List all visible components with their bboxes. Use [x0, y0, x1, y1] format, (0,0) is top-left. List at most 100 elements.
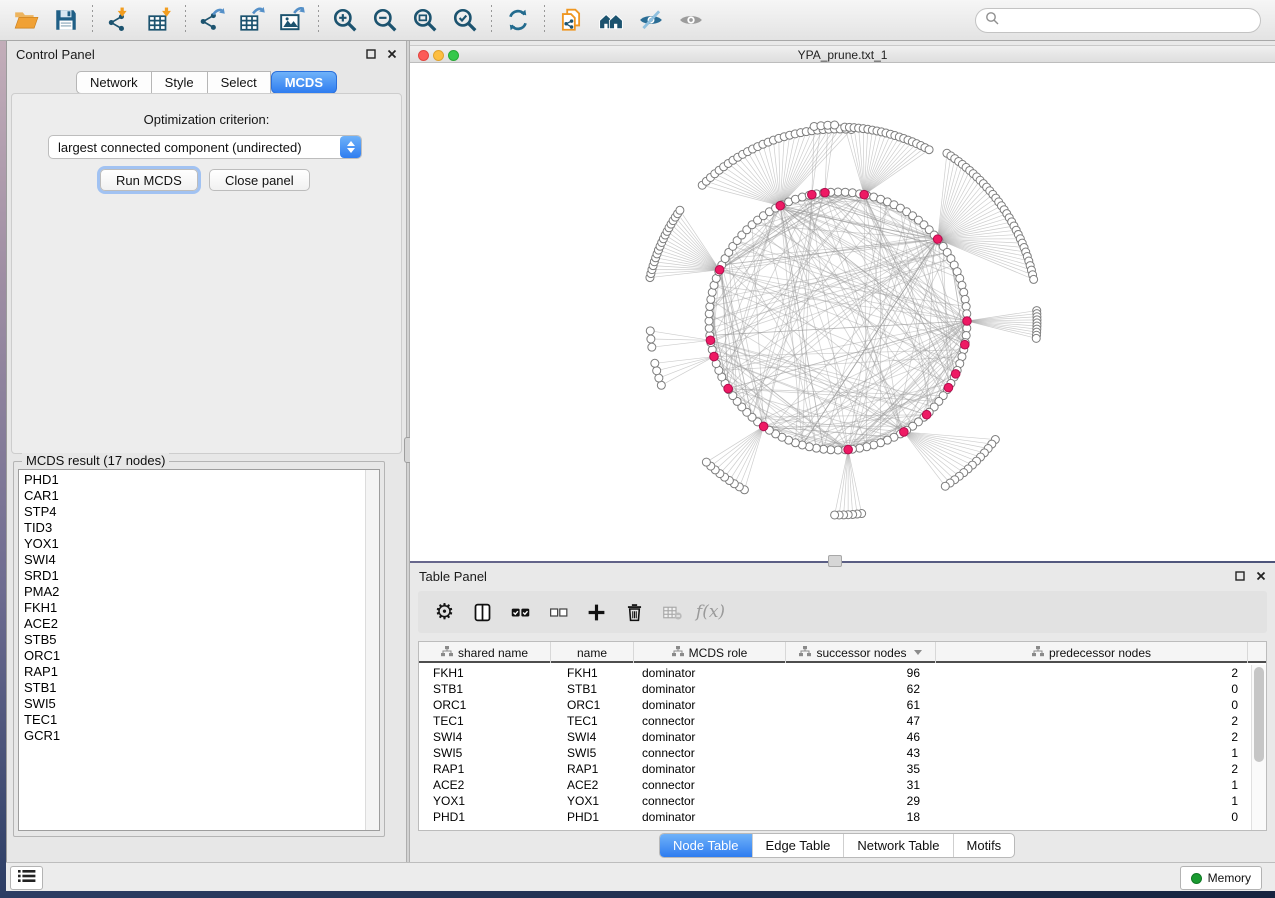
scrollbar-thumb[interactable]: [1254, 667, 1264, 762]
mcds-result-item[interactable]: TID3: [19, 520, 365, 536]
tab-edge-table[interactable]: Edge Table: [752, 834, 844, 857]
zoom-fit-icon[interactable]: [405, 3, 445, 37]
optimization-criterion-dropdown[interactable]: largest connected component (undirected): [48, 135, 362, 159]
sort-dropdown-icon[interactable]: [914, 650, 922, 655]
horizontal-splitter-handle[interactable]: [828, 555, 842, 567]
table-scrollbar[interactable]: [1251, 665, 1266, 830]
network-view[interactable]: [410, 63, 1275, 561]
table-cell: SWI5: [419, 745, 551, 761]
import-network-icon[interactable]: [99, 3, 139, 37]
tab-mcds[interactable]: MCDS: [271, 71, 337, 94]
tab-style[interactable]: Style: [152, 71, 208, 94]
mcds-result-list[interactable]: PHD1CAR1STP4TID3YOX1SWI4SRD1PMA2FKH1ACE2…: [18, 469, 380, 831]
status-bar: Memory: [6, 862, 1275, 891]
mcds-list-scrollbar[interactable]: [365, 470, 379, 830]
mcds-result-item[interactable]: FKH1: [19, 600, 365, 616]
table-row[interactable]: TEC1TEC1connector472: [419, 713, 1252, 729]
search-box[interactable]: [975, 8, 1261, 33]
select-all-icon[interactable]: [506, 597, 535, 627]
column-header-predecessor-nodes[interactable]: predecessor nodes: [936, 642, 1248, 663]
column-header-successor-nodes[interactable]: successor nodes: [786, 642, 936, 663]
mcds-result-item[interactable]: RAP1: [19, 664, 365, 680]
main-toolbar: [0, 0, 1275, 41]
export-image-icon[interactable]: [272, 3, 312, 37]
zoom-selected-icon[interactable]: [445, 3, 485, 37]
table-row[interactable]: FKH1FKH1dominator962: [419, 665, 1252, 681]
open-icon[interactable]: [6, 3, 46, 37]
mcds-result-item[interactable]: PMA2: [19, 584, 365, 600]
mcds-result-item[interactable]: GCR1: [19, 728, 365, 744]
mcds-result-item[interactable]: SRD1: [19, 568, 365, 584]
table-cell: 18: [786, 809, 936, 825]
mcds-result-item[interactable]: TEC1: [19, 712, 365, 728]
table-header-row: shared name nameMCDS rolesuccessor nodesp…: [419, 642, 1266, 663]
dropdown-stepper-icon[interactable]: [340, 136, 361, 158]
table-row[interactable]: SWI5SWI5connector431: [419, 745, 1252, 761]
tab-network-table[interactable]: Network Table: [843, 834, 952, 857]
table-cell: TEC1: [419, 713, 551, 729]
mcds-result-item[interactable]: YOX1: [19, 536, 365, 552]
table-cell: RAP1: [419, 761, 551, 777]
deselect-all-icon[interactable]: [544, 597, 573, 627]
zoom-out-icon[interactable]: [365, 3, 405, 37]
table-cell: 0: [936, 809, 1248, 825]
table-row[interactable]: PHD1PHD1dominator180: [419, 809, 1252, 825]
export-table-icon[interactable]: [232, 3, 272, 37]
control-panel-header: Control Panel: [7, 41, 406, 67]
search-input[interactable]: [1004, 13, 1260, 29]
table-row[interactable]: RAP1RAP1dominator352: [419, 761, 1252, 777]
close-panel-button[interactable]: Close panel: [209, 169, 310, 191]
mcds-result-item[interactable]: SWI5: [19, 696, 365, 712]
column-label: shared name: [458, 646, 528, 660]
close-table-panel-icon[interactable]: [1255, 570, 1267, 582]
tab-motifs[interactable]: Motifs: [953, 834, 1015, 857]
mcds-result-item[interactable]: PHD1: [19, 472, 365, 488]
float-table-panel-icon[interactable]: [1234, 570, 1246, 582]
mcds-result-item[interactable]: STB5: [19, 632, 365, 648]
zoom-in-icon[interactable]: [325, 3, 365, 37]
mcds-result-item[interactable]: SWI4: [19, 552, 365, 568]
mcds-result-item[interactable]: STB1: [19, 680, 365, 696]
columns-icon[interactable]: [468, 597, 497, 627]
table-cell: 2: [936, 761, 1248, 777]
gear-icon[interactable]: ⚙: [430, 597, 459, 627]
tab-node-table[interactable]: Node Table: [660, 834, 752, 857]
memory-button[interactable]: Memory: [1180, 866, 1262, 890]
save-icon[interactable]: [46, 3, 86, 37]
run-mcds-button[interactable]: Run MCDS: [100, 169, 198, 191]
first-neighbors-icon[interactable]: [591, 3, 631, 37]
table-row[interactable]: SWI4SWI4dominator462: [419, 729, 1252, 745]
table-cell: FKH1: [419, 665, 551, 681]
show-all-icon[interactable]: [671, 3, 711, 37]
mcds-result-item[interactable]: STP4: [19, 504, 365, 520]
import-table-icon[interactable]: [139, 3, 179, 37]
delete-icon[interactable]: [620, 597, 649, 627]
table-row[interactable]: STB1STB1dominator620: [419, 681, 1252, 697]
network-window-titlebar[interactable]: YPA_prune.txt_1: [410, 45, 1275, 63]
table-cell: 96: [786, 665, 936, 681]
mcds-result-item[interactable]: ORC1: [19, 648, 365, 664]
mcds-result-item[interactable]: CAR1: [19, 488, 365, 504]
table-row[interactable]: ORC1ORC1dominator610: [419, 697, 1252, 713]
tab-select[interactable]: Select: [208, 71, 271, 94]
float-panel-icon[interactable]: [365, 48, 377, 60]
table-row[interactable]: YOX1YOX1connector291: [419, 793, 1252, 809]
add-icon[interactable]: [582, 597, 611, 627]
hide-selected-icon[interactable]: [631, 3, 671, 37]
close-panel-icon[interactable]: [386, 48, 398, 60]
export-network-icon[interactable]: [192, 3, 232, 37]
table-cell: connector: [634, 745, 786, 761]
clone-network-icon[interactable]: [551, 3, 591, 37]
table-row[interactable]: ACE2ACE2connector311: [419, 777, 1252, 793]
console-list-button[interactable]: [10, 866, 43, 890]
node-table: shared name nameMCDS rolesuccessor nodesp…: [418, 641, 1267, 831]
refresh-icon[interactable]: [498, 3, 538, 37]
delete-table-icon: [658, 597, 687, 627]
table-cell: ORC1: [551, 697, 634, 713]
column-header-shared-name[interactable]: shared name: [419, 642, 551, 663]
column-header-name[interactable]: name: [551, 642, 634, 663]
mcds-result-item[interactable]: ACE2: [19, 616, 365, 632]
tab-network[interactable]: Network: [76, 71, 152, 94]
column-header-mcds-role[interactable]: MCDS role: [634, 642, 786, 663]
memory-label: Memory: [1208, 871, 1251, 885]
